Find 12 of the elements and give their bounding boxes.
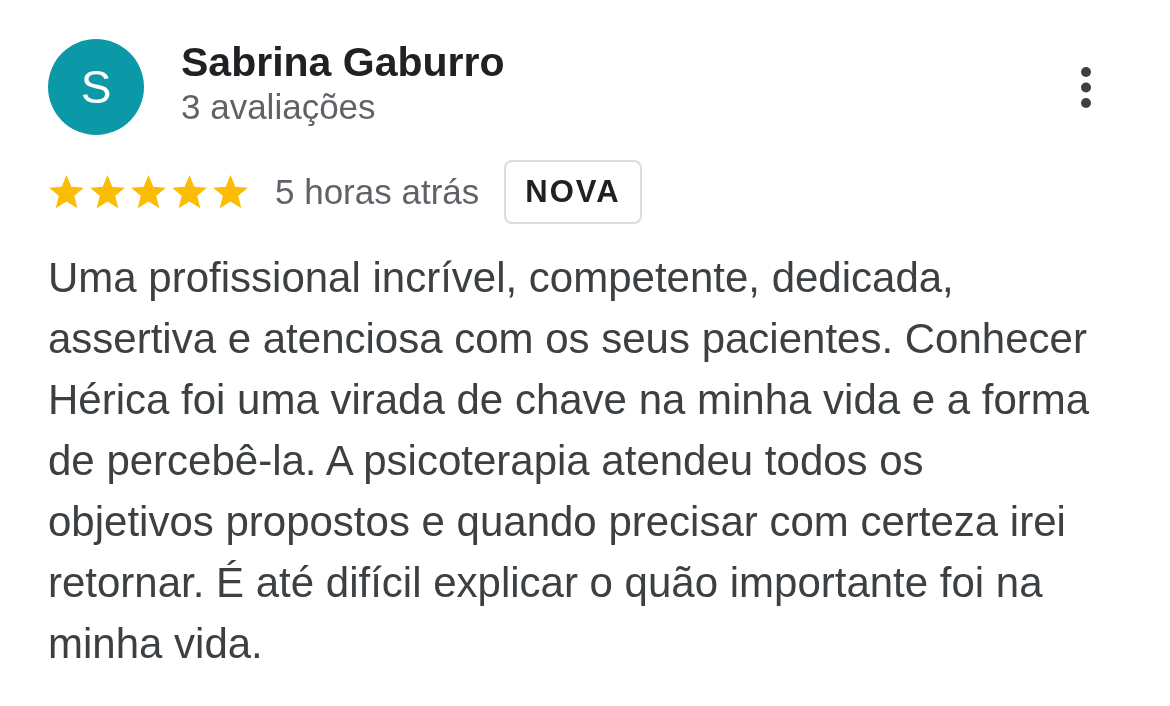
review-text: Uma profissional incrível, competente, dedicada, assertiva e atenciosa com os seus pacientes. Conhecer Hérica foi uma virada de chave na minha vida e a forma de percebê-la. A psicoterapia atendeu todos os objetivos propostos e quando precisar com certeza irei retornar. É até difícil explicar o quão importante foi na minha vida. — [48, 253, 1091, 669]
avatar-initial: S — [80, 64, 112, 110]
star-icon — [89, 174, 126, 210]
star-icon — [171, 174, 208, 210]
star-icon — [48, 174, 85, 210]
reviewer-name[interactable]: Sabrina Gaburro — [181, 38, 505, 86]
review-time: 5 horas atrás — [275, 171, 480, 213]
more-options-icon — [1081, 66, 1091, 108]
review-count: 3 avaliações — [181, 86, 377, 128]
star-icon — [212, 174, 249, 210]
star-icon — [130, 174, 167, 210]
new-review-badge: NOVA — [504, 160, 642, 224]
